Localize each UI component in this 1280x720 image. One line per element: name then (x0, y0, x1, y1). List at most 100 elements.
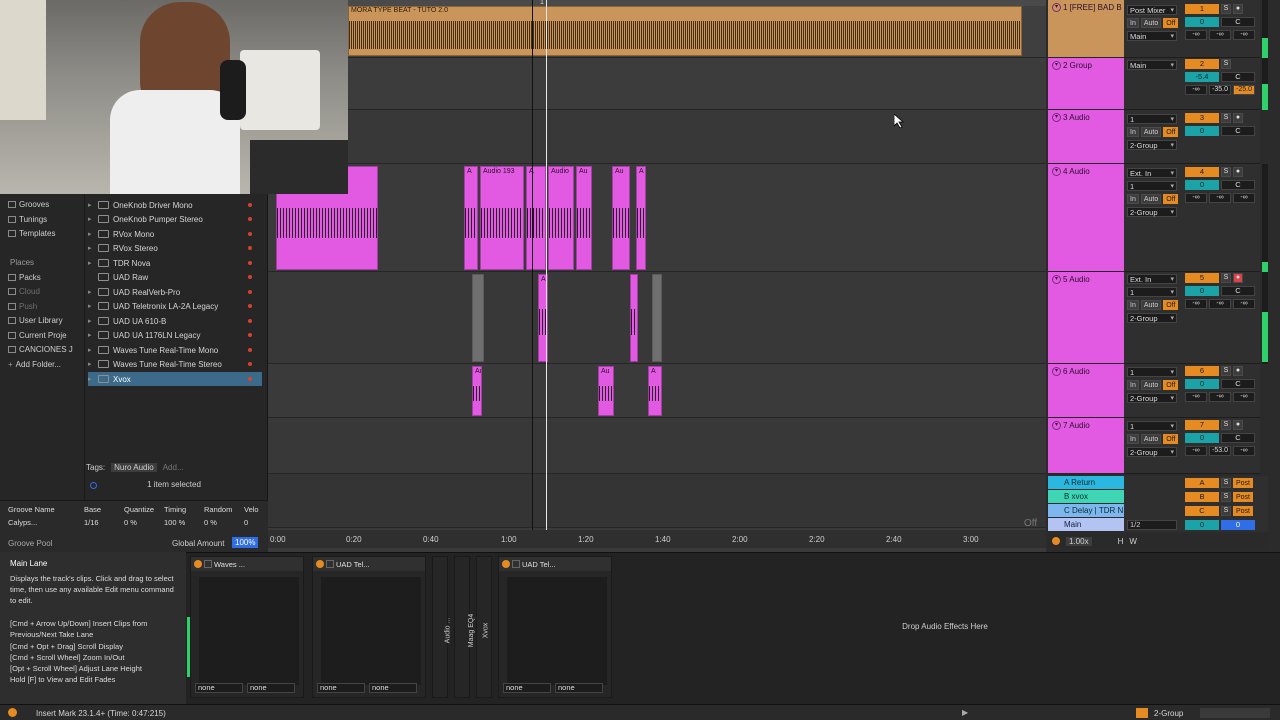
track-3-lane[interactable] (268, 110, 1046, 164)
add-folder-button[interactable]: + Add Folder... (8, 360, 61, 369)
volume-field[interactable]: 0 (1185, 433, 1219, 443)
return-track-c[interactable]: C Delay | TDR N (1048, 504, 1124, 517)
monitor-off[interactable]: Off (1163, 379, 1179, 390)
sidechain-select[interactable]: none (503, 683, 551, 693)
send-c[interactable]: -25.0 (1233, 85, 1255, 95)
send-c[interactable]: -∞ (1233, 392, 1255, 402)
browser-category[interactable]: Grooves (8, 200, 49, 209)
take-clip[interactable] (472, 274, 484, 362)
track-7-lane[interactable] (268, 418, 1046, 474)
monitor-auto[interactable]: Auto (1140, 433, 1162, 444)
output-select[interactable]: 2-Group (1127, 206, 1177, 217)
track-io-1[interactable]: Post Mixer InAutoOff Main (1124, 0, 1182, 58)
fold-icon[interactable] (326, 560, 334, 568)
monitor-off[interactable]: Off (1163, 17, 1179, 28)
solo-button[interactable]: S (1221, 478, 1231, 488)
monitor-auto[interactable]: Auto (1140, 126, 1162, 137)
solo-button[interactable]: S (1221, 506, 1231, 516)
power-icon[interactable] (502, 560, 510, 568)
arm-button[interactable]: ● (1233, 366, 1243, 376)
tag-chip[interactable]: Nuro Audio (111, 463, 157, 472)
browser-item[interactable]: ▸ OneKnob Pumper Stereo (88, 212, 262, 226)
track-mixer-1[interactable]: 1 S ● 0C -∞ -∞ -∞ (1182, 0, 1260, 58)
power-icon[interactable] (194, 560, 202, 568)
track-5-lane[interactable]: A (268, 272, 1046, 364)
arm-button[interactable]: ● (1233, 273, 1243, 283)
sidechain-select[interactable]: none (247, 683, 295, 693)
track-mixer-6[interactable]: 6 S ● 0C -∞ -∞ -∞ (1182, 364, 1260, 418)
place-item[interactable]: CANCIONES J (8, 345, 73, 354)
track-header-4[interactable]: ▾ 4 Audio (1048, 164, 1124, 272)
track-io-6[interactable]: 1 InAutoOff 2-Group (1124, 364, 1182, 418)
audio-clip[interactable]: A (464, 166, 478, 270)
post-button[interactable]: Post (1233, 478, 1254, 488)
track-header-2[interactable]: ▾ 2 Group (1048, 58, 1124, 110)
track-io-4[interactable]: Ext. In 1 InAutoOff 2-Group (1124, 164, 1182, 272)
time-ruler[interactable]: 0:00 0:20 0:40 1:00 1:20 1:40 2:00 2:20 … (268, 530, 1046, 548)
send-b[interactable]: -∞ (1209, 299, 1231, 309)
post-button[interactable]: Post (1233, 506, 1254, 516)
input-channel-select[interactable]: 1 (1127, 180, 1177, 191)
monitor-auto[interactable]: Auto (1140, 193, 1162, 204)
track-1-lane[interactable]: MORA TYPE BEAT - TUTO 2.0 (268, 6, 1046, 58)
output-select[interactable]: 2-Group (1127, 139, 1177, 150)
arm-button[interactable]: ● (1233, 4, 1243, 14)
browser-item[interactable]: ▸ OneKnob Driver Mono (88, 198, 262, 212)
send-b[interactable]: -35.0 (1209, 85, 1231, 95)
monitor-in[interactable]: In (1127, 379, 1139, 390)
monitor-off[interactable]: Off (1163, 193, 1179, 204)
solo-button[interactable]: S (1221, 492, 1231, 502)
zoom-field[interactable]: 1.00x (1066, 536, 1092, 546)
volume-field[interactable]: -5.4 (1185, 72, 1219, 82)
send-a[interactable]: -∞ (1185, 299, 1207, 309)
monitor-in[interactable]: In (1127, 17, 1139, 28)
global-amount-field[interactable]: 100% (232, 537, 259, 548)
browser-item[interactable]: ▸ UAD RealVerb-Pro (88, 285, 262, 299)
track-activator[interactable]: 1 (1185, 4, 1219, 14)
w-button[interactable]: W (1129, 537, 1137, 546)
return-activator-a[interactable]: A (1185, 478, 1219, 488)
volume-field[interactable]: 0 (1185, 180, 1219, 190)
output-select[interactable]: 2-Group (1127, 312, 1177, 323)
take-clip[interactable] (652, 274, 662, 362)
audio-clip[interactable]: A (636, 166, 646, 270)
audio-clip[interactable]: Au (612, 166, 630, 270)
monitor-in[interactable]: In (1127, 433, 1139, 444)
track-io-2[interactable]: Main (1124, 58, 1182, 110)
send-b[interactable]: -∞ (1209, 392, 1231, 402)
browser-item[interactable]: ▸ TDR Nova (88, 256, 262, 270)
place-item[interactable]: Current Proje (8, 331, 67, 340)
send-a[interactable]: -∞ (1185, 193, 1207, 203)
volume-field[interactable]: 0 (1185, 286, 1219, 296)
browser-category[interactable]: Templates (8, 229, 55, 238)
return-track-a[interactable]: A Return (1048, 476, 1124, 489)
track-header-1[interactable]: ▾ 1 [FREE] BAD B (1048, 0, 1124, 58)
place-item[interactable]: Push (8, 302, 37, 311)
device-waves-tune[interactable]: Waves ... none none (187, 556, 304, 698)
audio-clip[interactable]: Au (472, 366, 482, 416)
status-track[interactable]: 2-Group (1154, 709, 1183, 718)
device-uad-teletronix[interactable]: UAD Tel... none none (312, 556, 426, 698)
h-button[interactable]: H (1118, 537, 1124, 546)
drop-zone[interactable]: Drop Audio Effects Here (820, 622, 1070, 631)
output-select[interactable]: Main (1127, 30, 1177, 41)
audio-clip[interactable]: Audio (548, 166, 574, 270)
main-track[interactable]: Main (1048, 518, 1124, 531)
input-select[interactable]: Ext. In (1127, 167, 1177, 178)
sidechain-select[interactable]: none (555, 683, 603, 693)
pan-field[interactable]: C (1221, 17, 1255, 27)
browser-item[interactable]: ▸ UAD Teletronix LA-2A Legacy (88, 299, 262, 313)
sidechain-select[interactable]: none (195, 683, 243, 693)
track-mixer-2[interactable]: 2S -5.4 C -∞ -35.0 -25.0 (1182, 58, 1260, 110)
monitor-auto[interactable]: Auto (1140, 299, 1162, 310)
browser-item[interactable]: ▸ Waves Tune Real-Time Stereo (88, 357, 262, 371)
track-header-5[interactable]: ▾ 5 Audio (1048, 272, 1124, 364)
solo-button[interactable]: S (1221, 420, 1231, 430)
place-item[interactable]: Cloud (8, 287, 40, 296)
play-icon[interactable]: ▶ (962, 708, 968, 717)
track-mixer-3[interactable]: 3 S ● 0C (1182, 110, 1260, 164)
main-volume[interactable]: 0 (1185, 520, 1219, 530)
browser-item[interactable]: ▸ RVox Stereo (88, 241, 262, 255)
monitor-off[interactable]: Off (1163, 299, 1179, 310)
fold-icon[interactable] (512, 560, 520, 568)
